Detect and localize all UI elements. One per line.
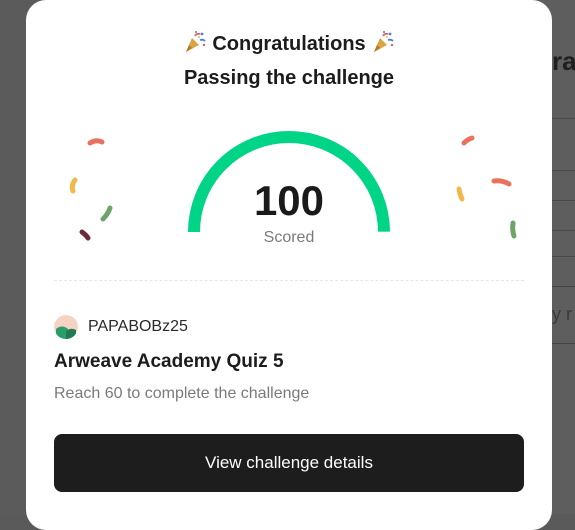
modal-subtitle: Passing the challenge: [183, 67, 395, 89]
party-popper-icon: [374, 30, 394, 52]
background-text: y r: [552, 304, 572, 324]
background-title: ra: [552, 46, 575, 76]
username: PAPABOBz25: [88, 318, 188, 335]
user-info: PAPABOBz25: [54, 314, 188, 340]
background-divider: [548, 118, 575, 119]
view-challenge-details-button[interactable]: View challenge details: [54, 434, 524, 492]
title-text: Congratulations: [212, 33, 366, 55]
party-popper-icon: [185, 30, 206, 52]
requirement-text: Reach 60 to complete the challenge: [54, 385, 310, 402]
background-divider: [548, 256, 575, 257]
score-label: Scored: [263, 229, 315, 246]
modal-title: Congratulations: [26, 30, 552, 58]
background-divider: [548, 200, 575, 201]
section-divider: [54, 280, 524, 281]
challenge-result-modal: Congratulations Passing the challenge 10…: [26, 0, 552, 530]
quiz-title: Arweave Academy Quiz 5: [54, 351, 284, 372]
score-value: 100: [253, 177, 325, 224]
background-divider: [548, 230, 575, 231]
background-divider: [548, 170, 575, 171]
avatar: [54, 315, 78, 339]
